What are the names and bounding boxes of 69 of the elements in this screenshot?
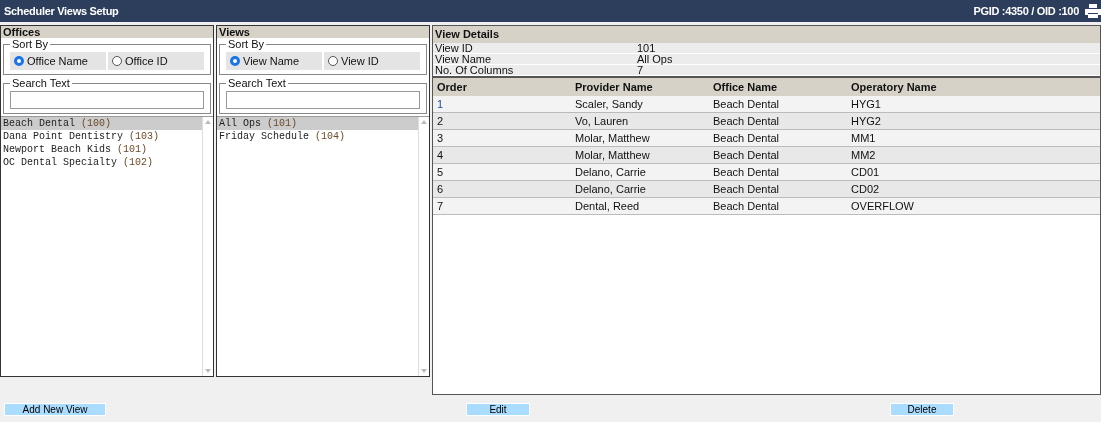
column-header: Provider Name: [571, 78, 709, 96]
search-field[interactable]: [226, 91, 420, 109]
table-cell: Delano, Carrie: [571, 180, 709, 198]
panel-title: Views: [217, 26, 429, 38]
table-cell: Beach Dental: [709, 146, 847, 164]
table-cell: Vo, Lauren: [571, 112, 709, 130]
table-cell: Beach Dental: [709, 112, 847, 130]
table-cell: Beach Dental: [709, 96, 847, 113]
table-cell: 4: [433, 146, 571, 164]
list-item[interactable]: Beach Dental (100): [1, 117, 202, 130]
scrollbar[interactable]: [202, 117, 213, 376]
table-cell: CD01: [847, 163, 1100, 181]
action-button[interactable]: Edit: [466, 403, 530, 416]
scrollbar[interactable]: [418, 117, 429, 376]
radio-option[interactable]: Office Name: [10, 52, 106, 70]
list-item[interactable]: Friday Schedule (104): [217, 130, 418, 143]
action-button[interactable]: Delete: [890, 403, 954, 416]
table-cell: Dental, Reed: [571, 197, 709, 215]
field-value: 101: [637, 43, 656, 53]
printer-icon[interactable]: [1085, 4, 1101, 18]
table-cell: MM1: [847, 129, 1100, 147]
table-cell: 5: [433, 163, 571, 181]
table-cell: Molar, Matthew: [571, 129, 709, 147]
scroll-down-icon[interactable]: [421, 369, 427, 373]
field-value: 7: [637, 65, 644, 75]
table-cell: Beach Dental: [709, 163, 847, 181]
table-cell: 1: [433, 96, 571, 113]
table-cell: Beach Dental: [709, 197, 847, 215]
page-title: Scheduler Views Setup: [4, 5, 119, 17]
table-cell: CD02: [847, 180, 1100, 198]
search-field[interactable]: [10, 91, 204, 109]
ids-text: PGID :4350 / OID :100: [973, 5, 1079, 17]
list-item[interactable]: Newport Beach Kids (101): [1, 143, 202, 156]
table-cell: Beach Dental: [709, 129, 847, 147]
table-cell: 6: [433, 180, 571, 198]
table-cell: HYG1: [847, 96, 1100, 113]
table-cell: 7: [433, 197, 571, 215]
field-label: View Name: [434, 54, 493, 64]
table-cell: Scaler, Sandy: [571, 96, 709, 113]
radio-option[interactable]: View Name: [226, 52, 322, 70]
table-cell: Molar, Matthew: [571, 146, 709, 164]
table-cell: MM2: [847, 146, 1100, 164]
list-item[interactable]: All Ops (101): [217, 117, 418, 130]
group-legend: Sort By: [226, 38, 267, 50]
group-legend: Search Text: [226, 77, 288, 89]
table-cell: HYG2: [847, 112, 1100, 130]
radio-option[interactable]: Office ID: [108, 52, 204, 70]
column-header: Office Name: [709, 78, 847, 96]
radio-option[interactable]: View ID: [324, 52, 420, 70]
panel-title: Offices: [1, 26, 213, 38]
field-label: No. Of Columns: [434, 65, 515, 75]
table-cell: Delano, Carrie: [571, 163, 709, 181]
panel-title: View Details: [433, 26, 1100, 43]
table-cell: 2: [433, 112, 571, 130]
column-header: Operatory Name: [847, 78, 1100, 96]
list-item[interactable]: OC Dental Specialty (102): [1, 156, 202, 169]
group-legend: Sort By: [10, 38, 51, 50]
action-button[interactable]: Add New View: [4, 403, 106, 416]
list-item[interactable]: Dana Point Dentistry (103): [1, 130, 202, 143]
table-cell: Beach Dental: [709, 180, 847, 198]
field-label: View ID: [434, 43, 474, 53]
scroll-down-icon[interactable]: [205, 369, 211, 373]
group-legend: Search Text: [10, 77, 72, 89]
scroll-up-icon[interactable]: [205, 120, 211, 124]
table-cell: 3: [433, 129, 571, 147]
scroll-up-icon[interactable]: [421, 120, 427, 124]
column-header: Order: [433, 78, 571, 96]
field-value: All Ops: [637, 54, 673, 64]
table-cell: OVERFLOW: [847, 197, 1100, 215]
